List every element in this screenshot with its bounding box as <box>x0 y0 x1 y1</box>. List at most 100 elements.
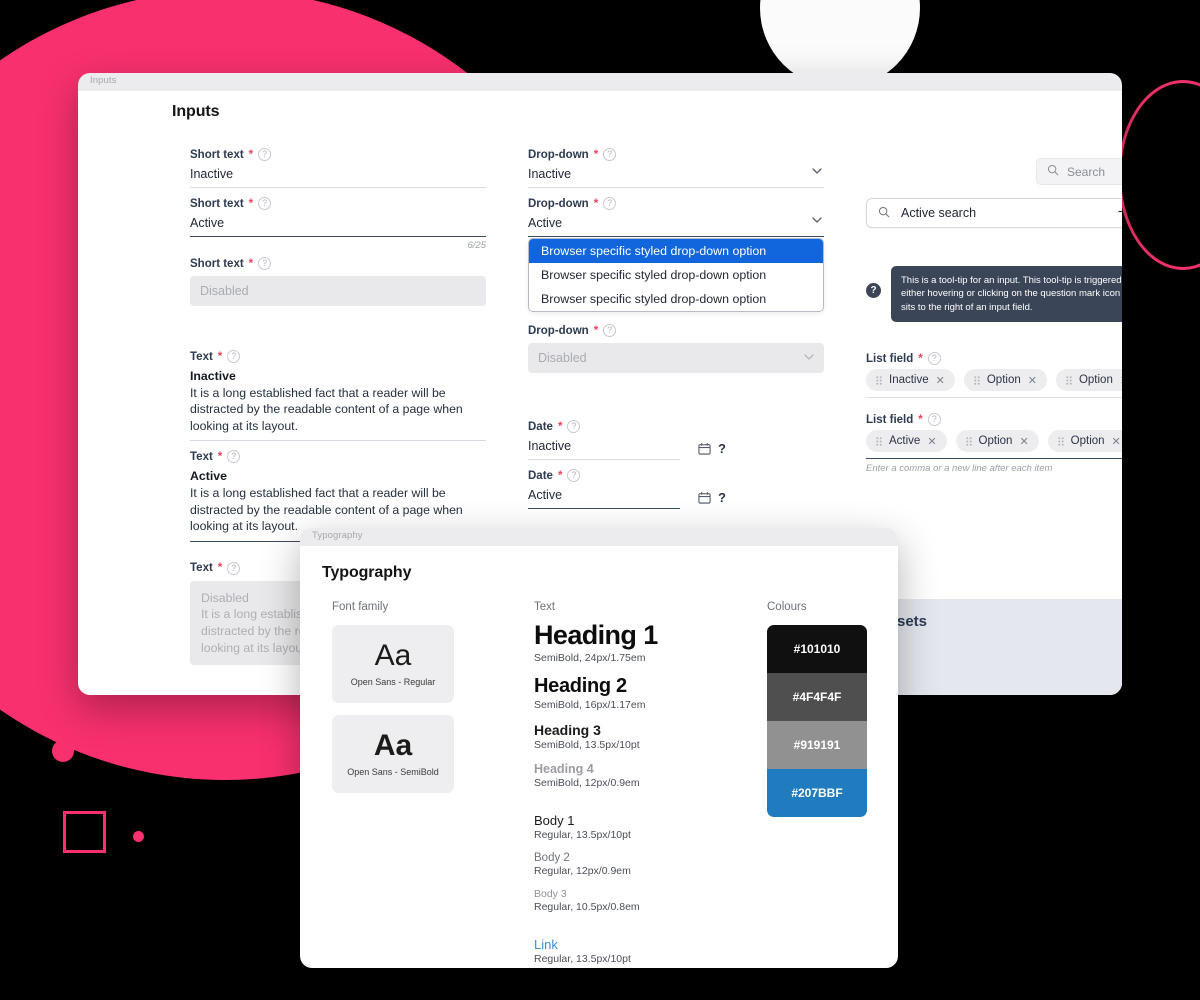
drag-grip-icon[interactable] <box>876 375 882 385</box>
dropdown-option[interactable]: Browser specific styled drop-down option <box>529 263 823 287</box>
question-mark-icon[interactable]: ? <box>927 413 941 426</box>
type-sample-heading-1: Heading 1 <box>534 620 658 650</box>
type-spec-heading-3: SemiBold, 13.5px/10pt <box>534 738 640 751</box>
required-asterisk: * <box>593 324 599 337</box>
text-styles-column: Text Heading 1 SemiBold, 24px/1.75em Hea… <box>534 601 754 968</box>
colour-swatch[interactable]: #101010 <box>767 625 867 673</box>
tooltip-content: This is a tool-tip for an input. This to… <box>891 266 1122 323</box>
list-item[interactable]: Option ✕ <box>955 430 1039 452</box>
decorative-pink-dot-small <box>133 831 144 842</box>
list-item-label: Option <box>978 435 1013 447</box>
dropdown-inactive-select[interactable]: Inactive <box>528 161 824 188</box>
list-field-helper-text: Enter a comma or a new line after each i… <box>866 463 1053 474</box>
drag-grip-icon[interactable] <box>965 436 972 446</box>
dropdown-option[interactable]: Browser specific styled drop-down option <box>529 239 823 263</box>
search-input-inactive[interactable]: Search <box>1036 158 1122 185</box>
required-asterisk: * <box>217 562 223 575</box>
drag-grip-icon[interactable] <box>1057 436 1064 446</box>
question-mark-icon[interactable]: ? <box>718 490 726 505</box>
fieldsets-row <box>862 658 1122 695</box>
colour-swatch-list: #101010 #4F4F4F #919191 #207BBF <box>767 625 867 817</box>
label-text: Drop-down <box>528 324 589 337</box>
label-text: Short text <box>190 197 244 210</box>
field-list-field-inactive: List field * ? Inactive ✕ Option ✕ Optio… <box>866 352 1122 398</box>
calendar-icon[interactable] <box>698 491 711 504</box>
typography-window: Typography Typography Font family Aa Ope… <box>300 528 898 968</box>
inputs-window-tab[interactable]: Inputs <box>78 73 1122 91</box>
search-icon <box>878 206 890 221</box>
close-icon[interactable]: ✕ <box>1028 374 1037 387</box>
close-icon[interactable]: ✕ <box>1112 435 1121 448</box>
question-mark-icon[interactable]: ? <box>227 561 241 575</box>
question-mark-icon[interactable]: ? <box>866 283 881 298</box>
close-icon[interactable]: ✕ <box>927 435 936 448</box>
text-section-label: Text <box>534 601 556 613</box>
calendar-icon[interactable] <box>698 442 711 455</box>
question-mark-icon[interactable]: ? <box>567 420 581 433</box>
type-spec-body-1: Regular, 13.5px/10pt <box>534 828 631 841</box>
dropdown-option-list[interactable]: Browser specific styled drop-down option… <box>528 238 824 312</box>
label-text: Date <box>528 420 553 433</box>
type-sample-link[interactable]: Link <box>534 937 754 952</box>
date-active-input-wrap[interactable]: Active <box>528 482 680 509</box>
type-spec-body-2: Regular, 12px/0.9em <box>534 864 631 877</box>
colour-swatch[interactable]: #919191 <box>767 721 867 769</box>
dropdown-active-value: Active <box>528 210 824 237</box>
question-mark-icon[interactable]: ? <box>603 148 617 161</box>
field-short-text-inactive: Short text * ? Inactive <box>190 148 486 188</box>
typography-window-tab-label: Typography <box>312 530 363 541</box>
date-inactive-input-wrap[interactable]: Inactive <box>528 433 680 460</box>
list-item-label: Active <box>889 435 921 447</box>
type-spec-heading-2: SemiBold, 16px/1.17em <box>534 698 646 711</box>
type-spec-heading-1: SemiBold, 24px/1.75em <box>534 651 646 664</box>
close-icon[interactable]: ✕ <box>936 374 945 387</box>
short-text-inactive-input[interactable]: Inactive <box>190 161 486 188</box>
question-mark-icon[interactable]: ? <box>227 450 241 464</box>
close-icon[interactable]: ✕ <box>1019 435 1028 448</box>
drag-grip-icon[interactable] <box>974 375 980 385</box>
question-mark-icon[interactable]: ? <box>227 350 241 363</box>
question-mark-icon[interactable]: ? <box>603 324 617 337</box>
question-mark-icon[interactable]: ? <box>258 148 272 161</box>
colour-swatch[interactable]: #207BBF <box>767 769 867 817</box>
question-mark-icon[interactable]: ? <box>258 197 272 210</box>
text-inactive-body: It is a long established fact that a rea… <box>190 385 463 433</box>
short-text-active-input[interactable]: Active <box>190 210 486 237</box>
dropdown-option[interactable]: Browser specific styled drop-down option <box>529 287 823 311</box>
question-mark-icon[interactable]: ? <box>927 352 941 365</box>
close-icon[interactable]: ✕ <box>1120 374 1122 387</box>
question-mark-icon[interactable]: ? <box>567 469 581 482</box>
required-asterisk: * <box>918 352 923 365</box>
list-item-label: Inactive <box>889 374 929 386</box>
label-text: Drop-down <box>528 148 589 161</box>
font-card-semibold[interactable]: Aa Open Sans - SemiBold <box>332 715 454 793</box>
text-inactive-textarea[interactable]: Inactive It is a long established fact t… <box>190 368 486 442</box>
text-active-label: Text * ? <box>190 450 486 464</box>
arrow-right-icon[interactable] <box>1118 206 1122 220</box>
label-text: Short text <box>190 148 244 161</box>
list-item[interactable]: Inactive ✕ <box>866 369 955 391</box>
colour-swatch[interactable]: #4F4F4F <box>767 673 867 721</box>
list-item-label: Option <box>1070 435 1105 447</box>
list-item[interactable]: Option ✕ <box>963 369 1047 391</box>
list-item[interactable]: Option ✕ <box>1055 369 1122 391</box>
search-input-active[interactable]: Active search <box>866 198 1122 228</box>
type-sample-body-3: Body 3 <box>534 887 567 900</box>
question-mark-icon[interactable]: ? <box>603 197 617 210</box>
list-item[interactable]: Option ✕ <box>1047 430 1122 452</box>
inputs-window-tab-label: Inputs <box>90 75 117 86</box>
drag-grip-icon[interactable] <box>876 436 882 446</box>
field-short-text-active: Short text * ? Active 6/25 <box>190 197 486 251</box>
search-active-value: Active search <box>901 206 977 220</box>
decorative-pink-ring <box>1118 80 1200 270</box>
dropdown-active-select[interactable]: Active <box>528 210 824 237</box>
required-asterisk: * <box>557 469 563 482</box>
list-item[interactable]: Active ✕ <box>866 430 947 452</box>
list-field-inactive-label: List field * ? <box>866 352 1122 365</box>
question-mark-icon[interactable]: ? <box>718 441 726 456</box>
font-card-regular[interactable]: Aa Open Sans - Regular <box>332 625 454 703</box>
required-asterisk: * <box>248 197 254 210</box>
typography-window-tab[interactable]: Typography <box>300 528 898 546</box>
question-mark-icon[interactable]: ? <box>258 257 272 270</box>
drag-grip-icon[interactable] <box>1066 375 1072 385</box>
